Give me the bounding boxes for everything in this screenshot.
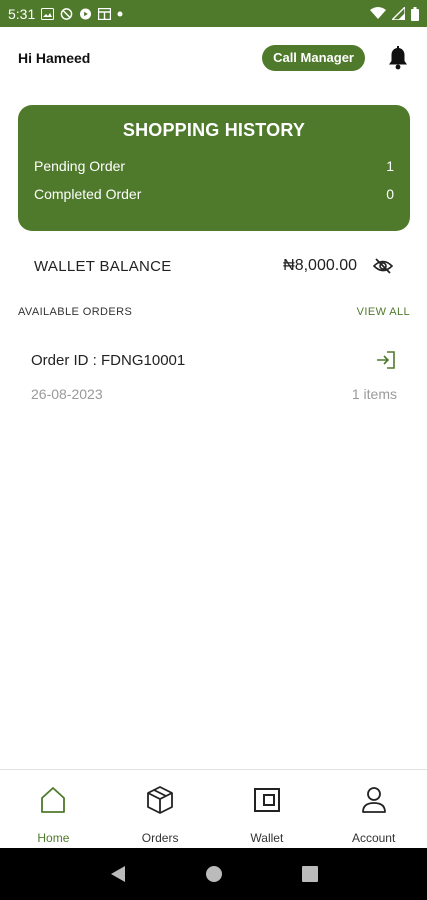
play-icon [80,7,92,20]
gallery-icon [41,7,55,20]
status-right [370,6,419,21]
dot-icon [117,11,123,16]
wallet-balance-amount: ₦8,000.00 [283,257,357,274]
view-all-link[interactable]: VIEW ALL [357,306,410,318]
user-icon [361,787,386,813]
nav-label-account: Account [351,831,396,845]
completed-order-row: Completed Order 0 [34,186,394,202]
order-card-bottom: 26-08-2023 1 items [31,386,397,402]
greeting-text: Hi Hameed [18,50,91,66]
available-orders-header: AVAILABLE ORDERS VIEW ALL [18,306,410,318]
battery-icon [411,6,419,21]
android-nav-bar [0,848,427,900]
bell-icon[interactable] [387,46,409,70]
completed-order-label: Completed Order [34,186,142,202]
wallet-balance-row: WALLET BALANCE ₦8,000.00 [34,255,393,277]
home-circle-icon[interactable] [205,865,223,883]
signal-icon [392,7,405,20]
at-icon [60,7,73,20]
wallet-icon [253,788,280,812]
nav-item-home[interactable]: Home [0,770,107,849]
wifi-icon [370,7,386,19]
back-icon[interactable] [110,865,126,883]
nav-item-wallet[interactable]: Wallet [214,770,321,849]
header: Hi Hameed Call Manager [18,44,409,72]
status-time: 5:31 [8,5,36,22]
wallet-balance-right: ₦8,000.00 [283,257,393,275]
eye-off-icon[interactable] [373,258,393,274]
recents-icon[interactable] [301,866,318,882]
nav-item-orders[interactable]: Orders [107,770,214,849]
home-icon [41,787,66,813]
order-date: 26-08-2023 [31,386,103,402]
header-actions: Call Manager [262,45,409,71]
nav-label-orders: Orders [141,831,179,845]
available-orders-title: AVAILABLE ORDERS [18,306,133,318]
pending-order-row: Pending Order 1 [34,158,394,174]
wallet-balance-label: WALLET BALANCE [34,257,172,275]
pending-order-count: 1 [386,158,394,174]
bottom-nav: Home Orders Wallet Account [0,769,427,849]
order-id: Order ID : FDNG10001 [31,351,186,369]
shopping-history-title: SHOPPING HISTORY [122,120,306,140]
package-icon [147,786,174,814]
order-items-count: 1 items [351,386,397,402]
nav-item-account[interactable]: Account [320,770,427,849]
nav-label-wallet: Wallet [250,831,284,845]
shopping-history-card: SHOPPING HISTORY Pending Order 1 Complet… [18,105,410,231]
order-card-top: Order ID : FDNG10001 [31,350,397,370]
status-left: 5:31 [8,6,123,22]
pending-order-label: Pending Order [34,158,126,174]
call-manager-button[interactable]: Call Manager [262,45,365,71]
login-arrow-icon[interactable] [375,350,397,370]
completed-order-count: 0 [386,186,394,202]
status-bar: 5:31 [0,0,427,27]
nav-label-home: Home [37,831,70,845]
grid-icon [98,7,112,20]
order-card[interactable]: Order ID : FDNG10001 26-08-2023 1 items [31,350,397,414]
